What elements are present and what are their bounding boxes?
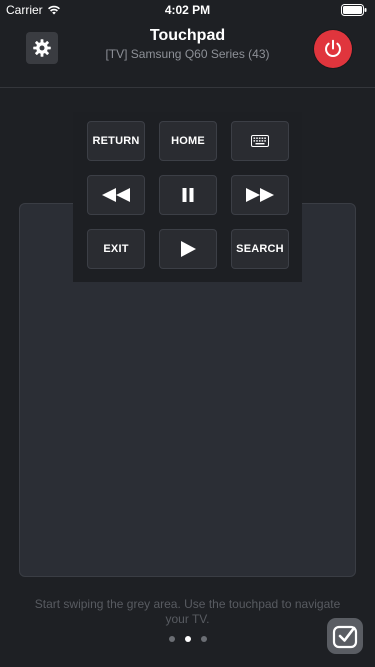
remote-control-panel: RETURN HOME EXIT SEARCH — [73, 112, 302, 282]
page-dot[interactable] — [200, 636, 207, 642]
app-logo-button[interactable] — [327, 618, 363, 654]
clock: 4:02 PM — [164, 3, 211, 17]
header: Touchpad [TV] Samsung Q60 Series (43) — [0, 20, 375, 88]
header-divider — [0, 87, 375, 88]
power-button[interactable] — [314, 30, 352, 68]
checkmark-box-icon — [332, 625, 358, 649]
search-label: SEARCH — [236, 243, 284, 255]
pause-icon — [182, 188, 194, 202]
rewind-button[interactable] — [87, 175, 145, 215]
keyboard-icon — [251, 135, 269, 147]
keyboard-button[interactable] — [231, 121, 289, 161]
home-button[interactable]: HOME — [159, 121, 217, 161]
exit-label: EXIT — [103, 243, 129, 255]
touchpad-hint: Start swiping the grey area. Use the tou… — [34, 597, 341, 626]
return-label: RETURN — [92, 135, 140, 147]
fast-forward-icon — [246, 188, 274, 202]
power-icon — [325, 39, 341, 58]
search-button[interactable]: SEARCH — [231, 229, 289, 269]
rewind-icon — [102, 188, 130, 202]
page-indicator[interactable] — [0, 636, 375, 642]
exit-button[interactable]: EXIT — [87, 229, 145, 269]
page-dot[interactable] — [168, 636, 175, 642]
status-bar: Carrier 4:02 PM — [0, 0, 375, 20]
pause-button[interactable] — [159, 175, 217, 215]
play-button[interactable] — [159, 229, 217, 269]
return-button[interactable]: RETURN — [87, 121, 145, 161]
play-icon — [181, 241, 196, 257]
home-label: HOME — [171, 135, 205, 147]
page-dot-active[interactable] — [184, 636, 191, 642]
battery-icon — [341, 4, 367, 16]
fast-forward-button[interactable] — [231, 175, 289, 215]
